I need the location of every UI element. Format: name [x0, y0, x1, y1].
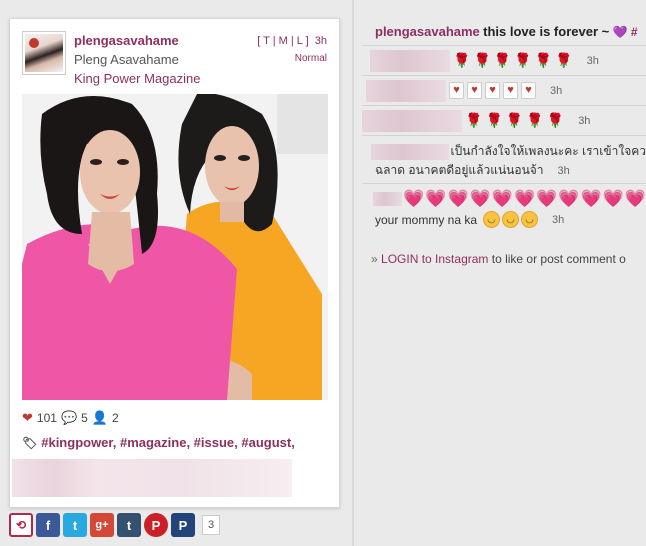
smile-icon: ◡ [521, 211, 539, 228]
size-links[interactable]: [ T | M | L ] 3h [257, 35, 327, 47]
likes-count: 101 [36, 411, 57, 425]
tag-links[interactable]: #kingpower, #magazine, #issue, #august, [41, 435, 295, 450]
heart-card-icon: ♥ [521, 82, 536, 99]
comment-item: 🌹 🌹 🌹 🌹 🌹 🌹 3h [362, 46, 646, 76]
pink-heart-icon: 💗 [447, 188, 469, 208]
chevron-right-icon: » [371, 252, 378, 266]
tag-icon: 🏷 [22, 435, 38, 450]
comments-count: 5 [81, 411, 88, 425]
heart-card-icon: ♥ [503, 82, 518, 99]
rose-icon: 🌹 [546, 112, 565, 128]
comment-time: 3h [550, 84, 563, 97]
avatar[interactable] [22, 31, 66, 75]
heart-card-icon: ♥ [449, 82, 464, 99]
comment-item: ♥ ♥ ♥ ♥ ♥ 3h [362, 76, 646, 106]
heart-card-icon: ♥ [485, 82, 500, 99]
comment-text: เป็นกำลังใจให้เพลงนะคะ เราเข้าใจคว [450, 144, 646, 158]
comment-hashtag[interactable]: # [631, 25, 638, 39]
pink-heart-icon: 💗 [425, 188, 447, 208]
redacted-caption [12, 459, 292, 497]
repost-icon[interactable]: ⟲ [9, 513, 33, 537]
comment-author[interactable]: plengasavahame [375, 24, 480, 39]
comment-time: 3h [586, 54, 599, 67]
rose-icon: 🌹 [514, 52, 532, 68]
login-link[interactable]: LOGIN to Instagram [381, 252, 488, 266]
login-prompt: » LOGIN to Instagram to like or post com… [371, 252, 626, 266]
post-full-name: Pleng Asavahame [74, 52, 179, 67]
tumblr-icon[interactable]: t [117, 513, 141, 537]
smile-icon: ◡ [502, 211, 520, 228]
redacted-author [373, 191, 403, 206]
pink-heart-icon: 💗 [602, 188, 624, 208]
comment-time: 3h [578, 114, 591, 127]
purple-heart-icon: 💜 [612, 25, 628, 39]
rose-icon: 🌹 [534, 52, 553, 68]
pink-heart-icon: 💗 [403, 188, 425, 208]
pink-heart-icon: 💗 [536, 188, 558, 208]
pinterest-icon[interactable]: P [144, 513, 168, 537]
pink-heart-icon: 💗 [624, 188, 646, 208]
rose-icon: 🌹 [465, 112, 483, 128]
rose-icon: 🌹 [505, 112, 524, 128]
comment-time: 3h [557, 164, 570, 177]
comment-time: 3h [552, 213, 565, 226]
twitter-icon[interactable]: t [63, 513, 87, 537]
rose-icon: 🌹 [555, 52, 573, 68]
users-count: 2 [112, 411, 119, 425]
post-time: 3h [314, 35, 327, 47]
comment-text: your mommy na ka [375, 212, 478, 227]
heart-icon[interactable]: ❤ [22, 410, 33, 426]
login-text: to like or post comment o [488, 252, 626, 266]
pink-heart-icon: 💗 [558, 188, 580, 208]
heart-card-icon: ♥ [467, 82, 482, 99]
post-stats: ❤ 101 💬 5 👤 2 [22, 410, 119, 426]
post-username[interactable]: plengasavahame [74, 33, 179, 48]
rose-icon: 🌹 [526, 112, 544, 128]
filter-label: Normal [294, 53, 327, 64]
comment-text: this love is forever ~ [483, 24, 610, 39]
user-icon: 👤 [91, 410, 108, 425]
comment-icon[interactable]: 💬 [61, 410, 77, 426]
pink-heart-icon: 💗 [580, 188, 602, 208]
rose-icon: 🌹 [493, 52, 512, 68]
google-plus-icon[interactable]: g+ [90, 513, 114, 537]
pinterest-alt-icon[interactable]: P [171, 513, 195, 537]
comment-item: 💗 💗 💗 💗 💗 💗 💗 💗 💗 💗 💗 your mommy na ka ◡… [362, 184, 646, 232]
post-photo[interactable] [22, 94, 328, 400]
redacted-author [366, 79, 446, 102]
column-divider [352, 0, 354, 546]
post-panel: plengasavahame Pleng Asavahame King Powe… [0, 0, 352, 546]
share-bar: ⟲ f t g+ t P P 3 [9, 513, 221, 537]
comment-item: 🌹 🌹 🌹 🌹 🌹 3h [362, 106, 646, 136]
pink-heart-icon: 💗 [469, 188, 491, 208]
rose-icon: 🌹 [485, 112, 503, 128]
pink-heart-icon: 💗 [491, 188, 513, 208]
redacted-author [370, 49, 450, 72]
smile-icon: ◡ [483, 211, 501, 228]
redacted-author [371, 143, 449, 160]
redacted-author [362, 109, 462, 132]
rose-icon: 🌹 [473, 52, 491, 68]
post-tags: 🏷 #kingpower, #magazine, #issue, #august… [22, 435, 295, 450]
comment-text: ฉลาด อนาคตดีอยู่แล้วแน่นอนจ้า [375, 163, 544, 177]
pink-heart-icon: 💗 [513, 188, 536, 208]
post-card: plengasavahame Pleng Asavahame King Powe… [9, 18, 340, 508]
comment-item: plengasavahame this love is forever ~ 💜 … [362, 18, 646, 46]
rose-icon: 🌹 [453, 52, 471, 68]
comments-panel: plengasavahame this love is forever ~ 💜 … [362, 18, 646, 546]
share-count: 3 [202, 515, 221, 535]
comment-item: เป็นกำลังใจให้เพลงนะคะ เราเข้าใจคว ฉลาด … [362, 136, 646, 184]
facebook-icon[interactable]: f [36, 513, 60, 537]
post-subtitle: King Power Magazine [74, 71, 201, 86]
